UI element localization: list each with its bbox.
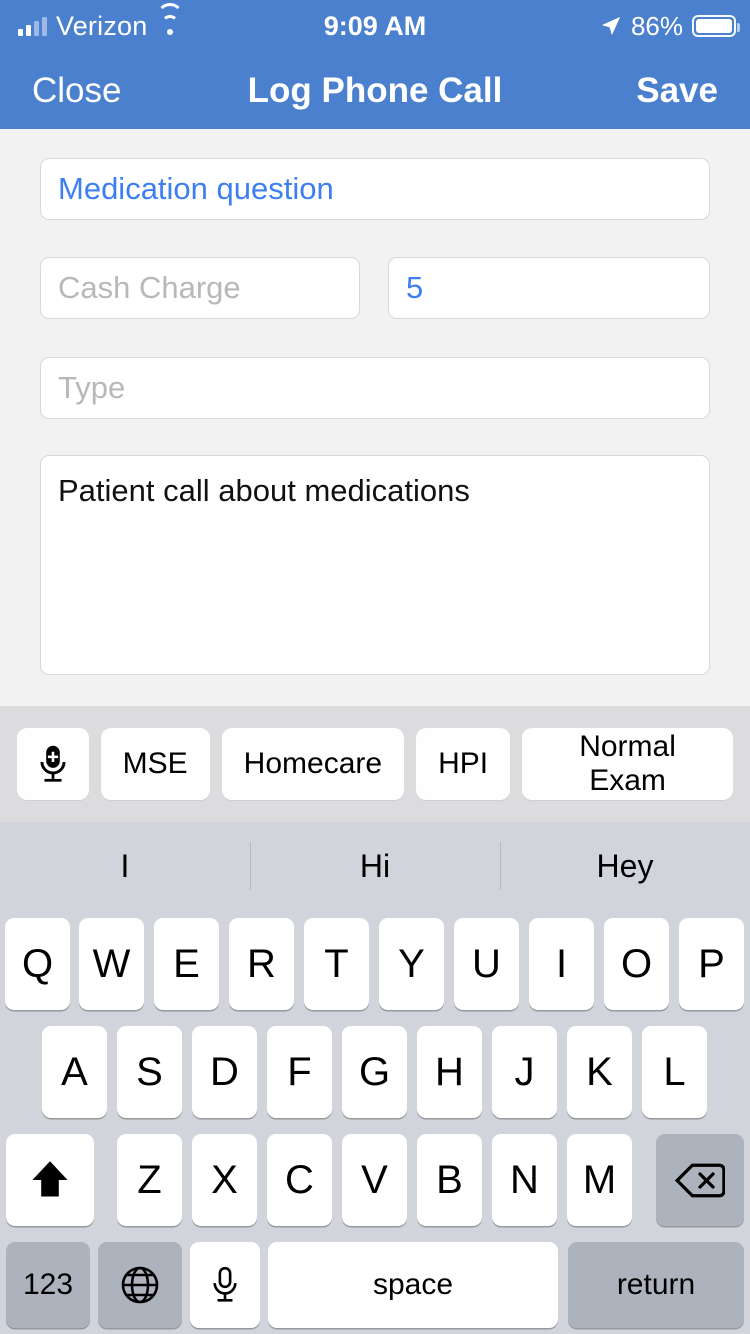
hpi-template-button[interactable]: HPI	[416, 728, 511, 800]
status-bar: Verizon 9:09 AM 86%	[0, 0, 750, 52]
key-a[interactable]: A	[42, 1026, 107, 1118]
navigation-bar: Close Log Phone Call Save	[0, 52, 750, 129]
key-m[interactable]: M	[567, 1134, 632, 1226]
microphone-plus-icon	[36, 744, 70, 785]
key-i[interactable]: I	[529, 918, 594, 1010]
globe-key[interactable]	[98, 1242, 182, 1328]
cash-charge-field[interactable]: Cash Charge	[40, 257, 360, 319]
space-key[interactable]: space	[268, 1242, 558, 1328]
key-n[interactable]: N	[492, 1134, 557, 1226]
mse-template-button[interactable]: MSE	[100, 728, 210, 800]
cash-charge-placeholder: Cash Charge	[58, 270, 241, 305]
predictive-suggestion[interactable]: Hi	[250, 848, 500, 885]
globe-language-icon	[120, 1265, 160, 1305]
log-phone-call-form: Medication question Cash Charge 5 Type P…	[0, 129, 750, 706]
onscreen-keyboard: Q W E R T Y U I O P A S D F G H J K L Z …	[0, 910, 750, 1334]
numbers-key[interactable]: 123	[6, 1242, 90, 1328]
predictive-suggestion[interactable]: Hey	[500, 848, 750, 885]
amount-field-value: 5	[406, 270, 424, 305]
key-s[interactable]: S	[117, 1026, 182, 1118]
microphone-icon	[211, 1265, 239, 1305]
key-u[interactable]: U	[454, 918, 519, 1010]
key-t[interactable]: T	[304, 918, 369, 1010]
battery-full-icon	[692, 15, 740, 37]
key-y[interactable]: Y	[379, 918, 444, 1010]
backspace-key[interactable]	[656, 1134, 744, 1226]
key-h[interactable]: H	[417, 1026, 482, 1118]
key-x[interactable]: X	[192, 1134, 257, 1226]
dictation-key[interactable]	[190, 1242, 260, 1328]
key-l[interactable]: L	[642, 1026, 707, 1118]
key-o[interactable]: O	[604, 918, 669, 1010]
key-g[interactable]: G	[342, 1026, 407, 1118]
notes-textarea-value: Patient call about medications	[58, 473, 470, 508]
subject-field[interactable]: Medication question	[40, 158, 710, 220]
shift-up-arrow-icon	[30, 1158, 70, 1202]
location-arrow-icon	[600, 15, 622, 37]
homecare-template-button[interactable]: Homecare	[221, 728, 405, 800]
type-field[interactable]: Type	[40, 357, 710, 419]
dictation-add-button[interactable]	[17, 728, 89, 800]
key-e[interactable]: E	[154, 918, 219, 1010]
key-b[interactable]: B	[417, 1134, 482, 1226]
notes-textarea[interactable]: Patient call about medications	[40, 455, 710, 675]
key-w[interactable]: W	[79, 918, 144, 1010]
key-k[interactable]: K	[567, 1026, 632, 1118]
key-d[interactable]: D	[192, 1026, 257, 1118]
key-f[interactable]: F	[267, 1026, 332, 1118]
key-c[interactable]: C	[267, 1134, 332, 1226]
shift-key[interactable]	[6, 1134, 94, 1226]
predictive-suggestion[interactable]: I	[0, 848, 250, 885]
battery-percent-label: 86%	[630, 10, 683, 41]
predictive-text-bar: I Hi Hey	[0, 822, 750, 910]
key-r[interactable]: R	[229, 918, 294, 1010]
key-z[interactable]: Z	[117, 1134, 182, 1226]
key-v[interactable]: V	[342, 1134, 407, 1226]
iphone-screen: Verizon 9:09 AM 86% Close Log Phone Call…	[0, 0, 750, 1334]
status-bar-right: 86%	[600, 10, 740, 42]
subject-field-value: Medication question	[58, 171, 334, 206]
normal-exam-template-button[interactable]: Normal Exam	[522, 728, 733, 800]
return-key[interactable]: return	[568, 1242, 744, 1328]
amount-field[interactable]: 5	[388, 257, 710, 319]
close-button[interactable]: Close	[32, 71, 121, 111]
save-button[interactable]: Save	[636, 71, 718, 111]
type-placeholder: Type	[58, 370, 126, 405]
key-q[interactable]: Q	[5, 918, 70, 1010]
key-j[interactable]: J	[492, 1026, 557, 1118]
backspace-delete-icon	[675, 1162, 725, 1199]
keyboard-accessory-toolbar: MSE Homecare HPI Normal Exam	[0, 706, 750, 822]
key-p[interactable]: P	[679, 918, 744, 1010]
